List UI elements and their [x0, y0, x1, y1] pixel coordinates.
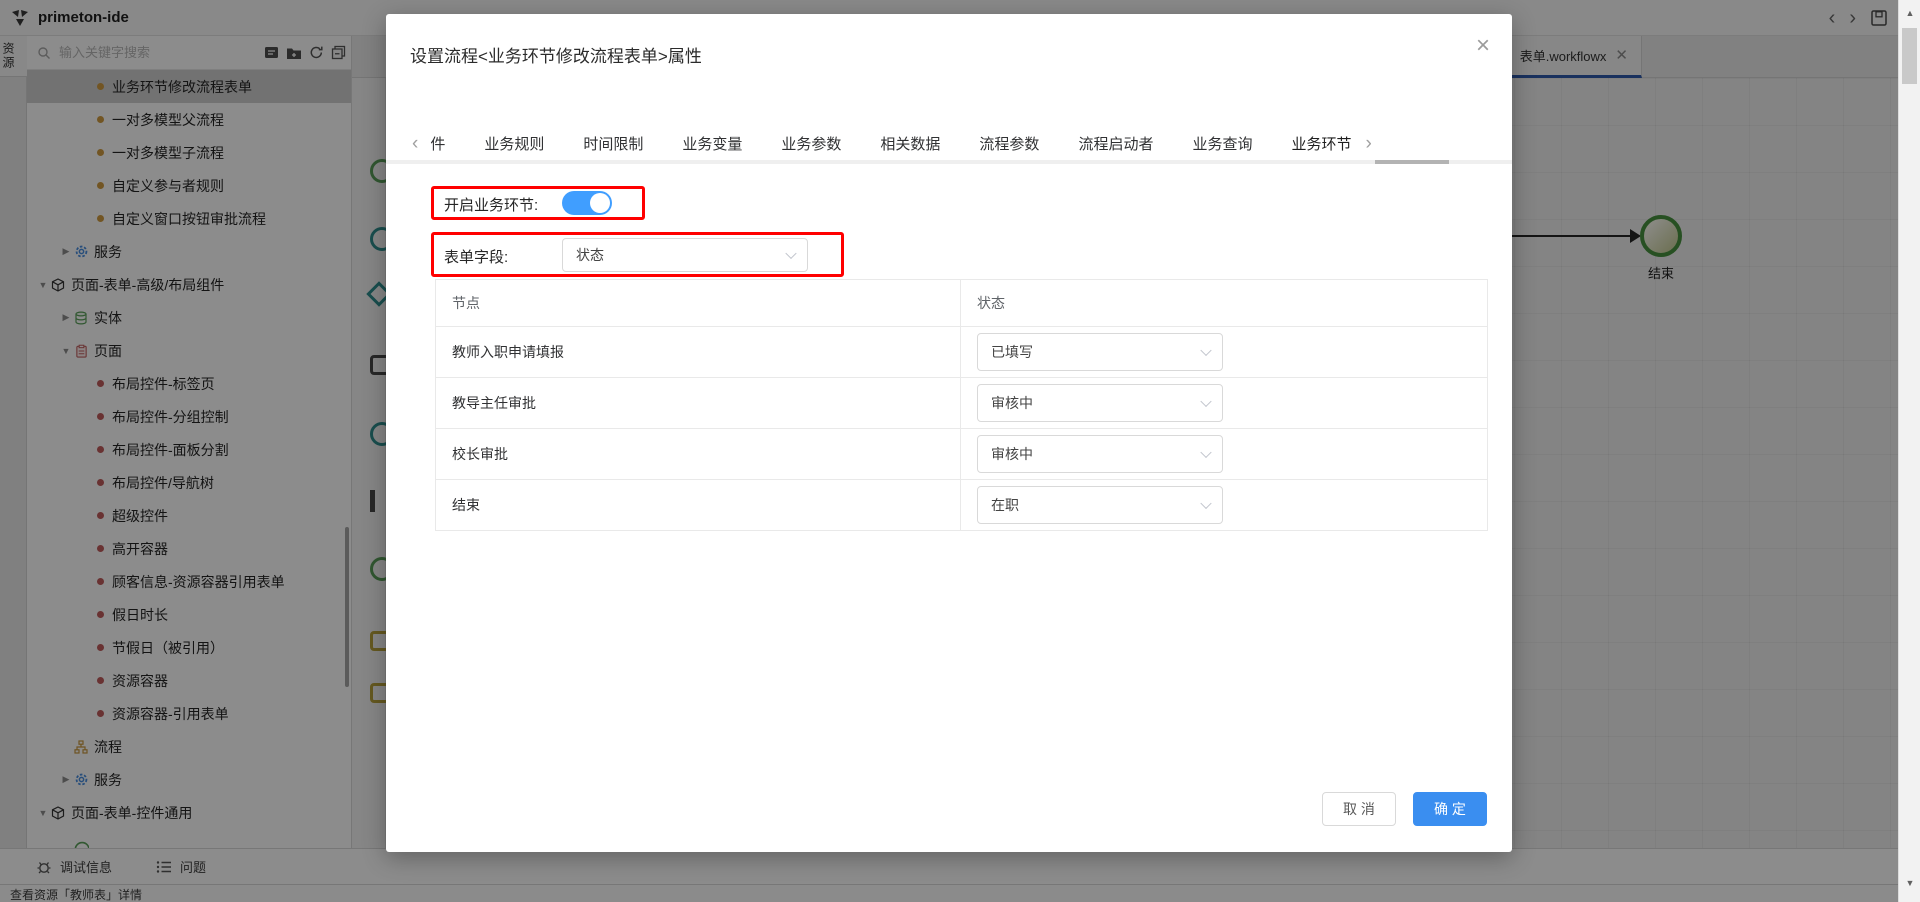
tabbar-scroll-thumb[interactable] [1375, 160, 1449, 164]
form-field-select[interactable]: 状态 [562, 238, 808, 272]
screen: primeton-ide ‹ › 资源 业务环节修改流程表单一对多模型父流程一对… [0, 0, 1920, 902]
node-name-cell: 教导主任审批 [436, 378, 961, 428]
dialog-tabbar: ‹ 件 业务规则 时间限制 业务变量 业务参数 相关数据 流程参数 流程启动者 业务查询 业务环节… [412, 126, 1492, 160]
toggle-label: 开启业务环节: [444, 194, 538, 215]
scrollbar-thumb[interactable] [1902, 28, 1917, 84]
dialog-tab-流程参数[interactable]: 流程参数 [979, 133, 1039, 154]
status-select[interactable]: 审核中 [977, 435, 1223, 473]
status-select-value: 审核中 [991, 444, 1033, 464]
node-status-cell: 审核中 [961, 429, 1487, 479]
dialog-tab-相关数据[interactable]: 相关数据 [880, 133, 940, 154]
status-select-value: 审核中 [991, 393, 1033, 413]
chevron-down-icon [1200, 345, 1211, 356]
dialog-tab-业务环节[interactable]: 业务环节 [1291, 133, 1351, 154]
status-select[interactable]: 在职 [977, 486, 1223, 524]
node-name-cell: 教师入职申请填报 [436, 327, 961, 377]
dialog-tab-业务变量[interactable]: 业务变量 [682, 133, 742, 154]
status-select-value: 已填写 [991, 342, 1033, 362]
dialog-tab-业务参数[interactable]: 业务参数 [781, 133, 841, 154]
cancel-button[interactable]: 取 消 [1322, 792, 1396, 826]
dialog-tab-件[interactable]: 件 [430, 133, 445, 154]
table-header-cell: 节点 [436, 280, 961, 326]
status-select-value: 在职 [991, 495, 1019, 515]
dialog-tab-流程启动者[interactable]: 流程启动者 [1078, 133, 1153, 154]
node-status-cell: 审核中 [961, 378, 1487, 428]
tabs-scroll-left-icon[interactable]: ‹ [412, 134, 418, 153]
ok-button[interactable]: 确 定 [1413, 792, 1487, 826]
form-field-label: 表单字段: [444, 246, 508, 267]
dialog-close-icon[interactable]: × [1476, 34, 1490, 58]
table-row: 校长审批 审核中 [436, 429, 1487, 480]
scroll-up-icon[interactable]: ▲ [1899, 8, 1920, 18]
status-select[interactable]: 已填写 [977, 333, 1223, 371]
table-header-row: 节点状态 [436, 280, 1487, 327]
table-row: 教师入职申请填报 已填写 [436, 327, 1487, 378]
node-name-cell: 结束 [436, 480, 961, 530]
chevron-down-icon [1200, 396, 1211, 407]
dialog-title: 设置流程<业务环节修改流程表单>属性 [410, 42, 702, 67]
page-scrollbar[interactable]: ▲ ▼ [1898, 0, 1920, 902]
toggle-knob [590, 193, 610, 213]
table-row: 结束 在职 [436, 480, 1487, 530]
dialog-tab-业务规则[interactable]: 业务规则 [484, 133, 544, 154]
status-select[interactable]: 审核中 [977, 384, 1223, 422]
node-status-cell: 已填写 [961, 327, 1487, 377]
chevron-down-icon [785, 248, 796, 259]
node-status-table: 节点状态教师入职申请填报已填写教导主任审批审核中校长审批审核中结束在职 [435, 279, 1488, 531]
scroll-down-icon[interactable]: ▼ [1899, 878, 1920, 888]
dialog-tab-业务查询[interactable]: 业务查询 [1192, 133, 1252, 154]
chevron-down-icon [1200, 498, 1211, 509]
table-row: 教导主任审批 审核中 [436, 378, 1487, 429]
node-status-cell: 在职 [961, 480, 1487, 530]
process-properties-dialog: 设置流程<业务环节修改流程表单>属性 × ‹ 件 业务规则 时间限制 业务变量 业务参数… [386, 14, 1512, 852]
dialog-tab-时间限制[interactable]: 时间限制 [583, 133, 643, 154]
tabs-scroll-right-icon[interactable]: › [1365, 134, 1371, 153]
form-field-value: 状态 [576, 245, 604, 265]
table-header-cell: 状态 [961, 280, 1487, 326]
tabbar-scroll-track [386, 160, 1512, 164]
chevron-down-icon [1200, 447, 1211, 458]
node-name-cell: 校长审批 [436, 429, 961, 479]
enable-business-stage-toggle[interactable] [562, 191, 612, 215]
